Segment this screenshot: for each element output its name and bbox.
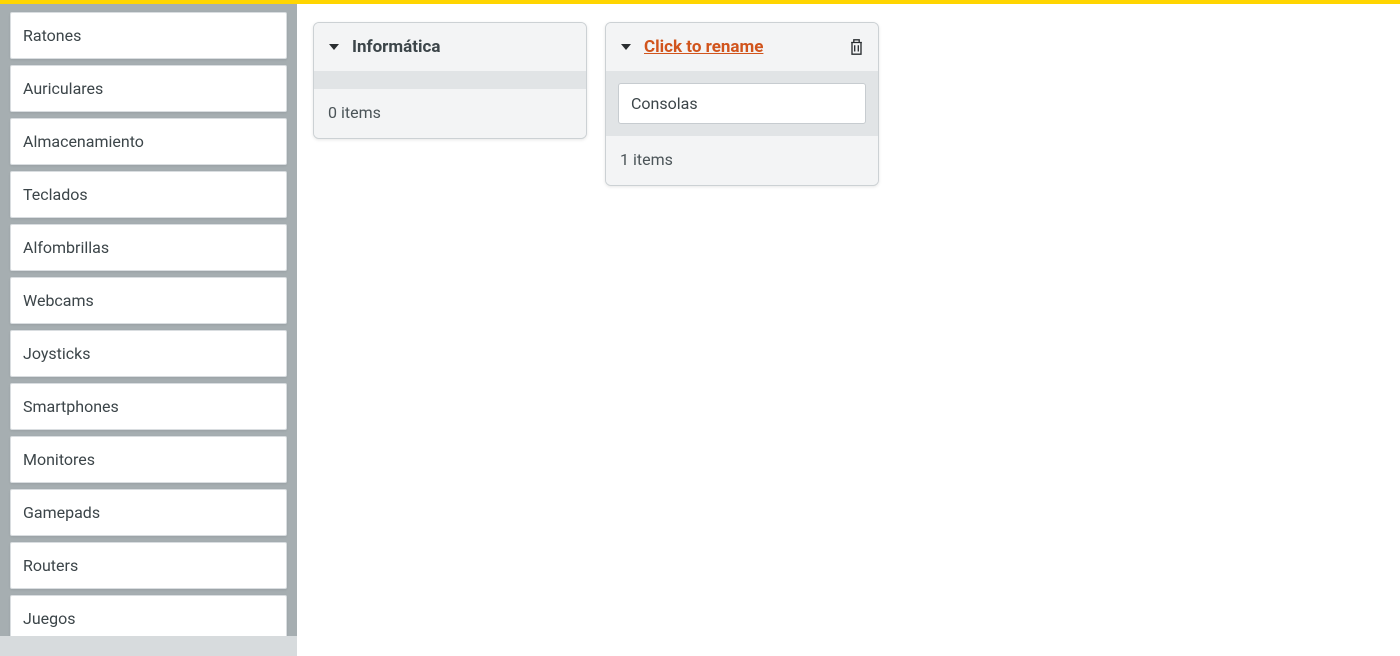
card-dropzone[interactable]: Consolas xyxy=(606,71,878,136)
main-container: Ratones Auriculares Almacenamiento Tecla… xyxy=(0,4,1400,656)
sidebar-item[interactable]: Webcams xyxy=(10,277,287,324)
sidebar-item[interactable]: Teclados xyxy=(10,171,287,218)
sidebar-bottom-bar xyxy=(0,636,297,656)
card-header: Informática xyxy=(314,23,586,71)
sidebar-item[interactable]: Auriculares xyxy=(10,65,287,112)
card-header: Click to rename xyxy=(606,23,878,71)
card-item[interactable]: Consolas xyxy=(618,83,866,124)
sidebar-item[interactable]: Ratones xyxy=(10,12,287,59)
chevron-down-icon[interactable] xyxy=(328,42,340,52)
card-item-count: 1 items xyxy=(606,136,878,185)
sidebar-item[interactable]: Juegos xyxy=(10,595,287,642)
sidebar-item[interactable]: Monitores xyxy=(10,436,287,483)
sidebar-item[interactable]: Smartphones xyxy=(10,383,287,430)
rename-link[interactable]: Click to rename xyxy=(644,37,837,57)
sidebar-item[interactable]: Routers xyxy=(10,542,287,589)
chevron-down-icon[interactable] xyxy=(620,42,632,52)
sidebar: Ratones Auriculares Almacenamiento Tecla… xyxy=(0,4,297,656)
card-dropzone[interactable] xyxy=(314,71,586,89)
card-item-count: 0 items xyxy=(314,89,586,138)
category-card: Click to rename Consolas 1 items xyxy=(605,22,879,186)
sidebar-item[interactable]: Joysticks xyxy=(10,330,287,377)
trash-icon[interactable] xyxy=(849,38,864,56)
category-card: Informática 0 items xyxy=(313,22,587,139)
sidebar-item[interactable]: Gamepads xyxy=(10,489,287,536)
sidebar-item[interactable]: Almacenamiento xyxy=(10,118,287,165)
card-title: Informática xyxy=(352,37,572,57)
content-area: Informática 0 items Click to rename Cons… xyxy=(297,4,1400,656)
sidebar-item[interactable]: Alfombrillas xyxy=(10,224,287,271)
